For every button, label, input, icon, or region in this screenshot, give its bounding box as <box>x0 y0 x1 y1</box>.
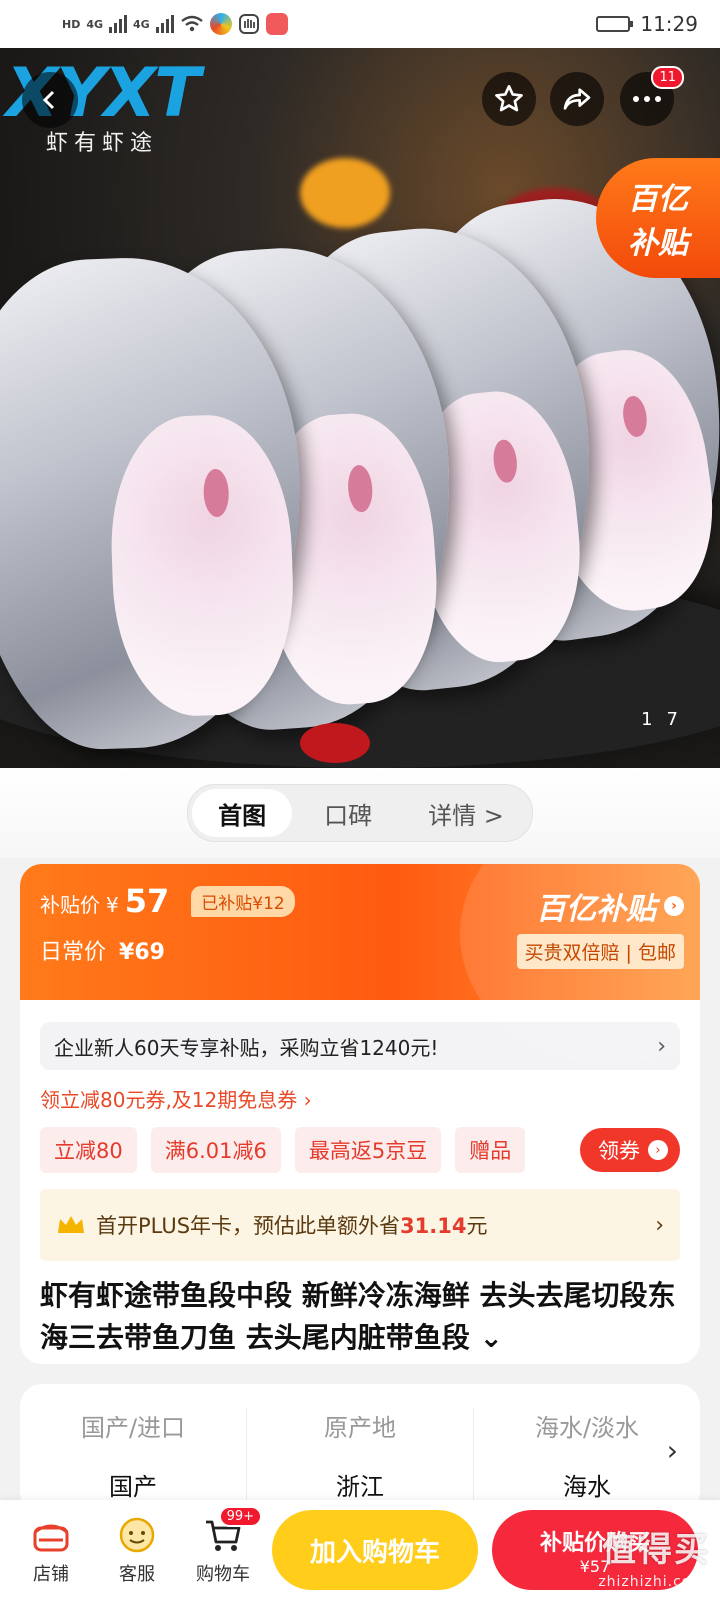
attributes-card[interactable]: 国产/进口 国产 原产地 浙江 海水/淡水 海水 › <box>20 1384 700 1514</box>
cart-nav-button[interactable]: 99+ 购物车 <box>180 1506 266 1586</box>
hd-label: HD <box>62 17 81 31</box>
subsidy-price-value: 57 <box>124 882 170 920</box>
signal-icon <box>109 15 128 33</box>
watermark-url: zhizhizhi.com <box>598 1574 706 1590</box>
subsidy-badge[interactable]: 百亿 补贴 <box>596 158 720 278</box>
attribute-item: 原产地 浙江 <box>247 1408 474 1502</box>
plus-text: 首开PLUS年卡，预估此单额外省 <box>96 1214 401 1238</box>
share-icon <box>563 88 591 110</box>
back-button[interactable] <box>22 72 78 128</box>
product-image-carousel[interactable]: XYXT 虾有虾途 11 百亿 补贴 17 <box>0 48 720 768</box>
price-banner: 补贴价 ¥ 57 已补贴¥12 日常价 ¥69 百亿补贴 › 买贵双倍赔 | 包… <box>20 864 700 1064</box>
signal-icon-2 <box>155 15 174 33</box>
subsidy-brand-title: 百亿补贴 <box>536 892 656 927</box>
plus-membership-promo[interactable]: 首开PLUS年卡，预估此单额外省31.14元 › <box>40 1189 680 1261</box>
network-4g-label-2: 4G <box>133 17 150 31</box>
plus-suffix: 元 <box>466 1214 488 1238</box>
shop-icon <box>33 1524 69 1552</box>
attribute-value: 浙江 <box>336 1473 384 1501</box>
coupon-link[interactable]: 领立减80元券,及12期免息券 › <box>40 1084 680 1113</box>
section-tabs: 首图 口碑 详情 > <box>187 784 533 842</box>
chili-decoration <box>300 723 370 763</box>
tab-main-image[interactable]: 首图 <box>192 789 293 837</box>
regular-price-value: ¥69 <box>119 940 165 965</box>
cart-label: 购物车 <box>196 1564 250 1585</box>
customer-service-label: 客服 <box>119 1564 155 1585</box>
chevron-right-icon: › <box>666 1434 678 1467</box>
tab-reviews[interactable]: 口碑 <box>298 789 398 837</box>
promo-chip[interactable]: 满6.01减6 <box>150 1127 281 1173</box>
add-to-cart-button[interactable]: 加入购物车 <box>272 1510 478 1590</box>
promo-chip[interactable]: 立减80 <box>40 1127 137 1173</box>
subsidy-guarantee: 买贵双倍赔 | 包邮 <box>516 934 684 969</box>
shopping-app-icon <box>265 13 288 35</box>
regular-price-label: 日常价 <box>40 940 107 965</box>
more-icon <box>633 96 661 102</box>
subsidy-brand[interactable]: 百亿补贴 › 买贵双倍赔 | 包邮 <box>516 884 684 969</box>
network-4g-label-1: 4G <box>86 17 104 31</box>
watermark: 值得买 <box>602 1530 710 1570</box>
share-button[interactable] <box>550 72 604 126</box>
wifi-icon <box>180 15 203 32</box>
battery-icon <box>596 16 634 32</box>
status-time: 11:29 <box>640 12 698 36</box>
plus-amount: 31.14 <box>400 1214 467 1238</box>
pager-total: 7 <box>666 709 692 730</box>
hand-icon <box>238 14 259 34</box>
shop-label: 店铺 <box>33 1564 69 1585</box>
star-icon <box>495 85 523 112</box>
subsidy-badge-line2: 补贴 <box>628 226 688 261</box>
image-pager: 17 <box>641 709 692 730</box>
attribute-key: 国产/进口 <box>80 1414 186 1442</box>
cart-badge: 99+ <box>218 1506 262 1527</box>
promo-chip[interactable]: 赠品 <box>455 1127 526 1173</box>
network-indicators: HD 4G 4G <box>62 13 288 35</box>
shop-button[interactable]: 店铺 <box>8 1514 94 1586</box>
crown-icon <box>58 1216 84 1233</box>
get-coupon-button[interactable]: 领券 › <box>580 1128 680 1172</box>
product-title[interactable]: 虾有虾途带鱼段中段 新鲜冷冻海鲜 去头去尾切段东海三去带鱼刀鱼 去头尾内脏带鱼段… <box>40 1275 680 1359</box>
promo-chip[interactable]: 最高返5京豆 <box>294 1127 442 1173</box>
currency-symbol: ¥ <box>106 893 119 917</box>
chevron-right-icon: › <box>664 896 684 916</box>
tab-details[interactable]: 详情 > <box>404 789 528 837</box>
more-menu-button[interactable]: 11 <box>620 66 684 126</box>
chevron-right-icon: › <box>648 1140 668 1160</box>
subsidy-price-label: 补贴价 <box>40 893 100 917</box>
chevron-right-icon: › <box>655 1212 664 1238</box>
attribute-key: 原产地 <box>324 1414 396 1442</box>
menu-badge: 11 <box>651 66 684 89</box>
attribute-value: 海水 <box>563 1473 611 1501</box>
favorite-button[interactable] <box>482 72 536 126</box>
garnish-decoration <box>300 158 390 228</box>
attribute-value: 国产 <box>109 1473 157 1501</box>
app-notification-icon <box>209 13 232 35</box>
saved-tag: 已补贴¥12 <box>191 885 295 917</box>
promo-chips: 立减80 满6.01减6 最高返5京豆 赠品 领券 › <box>40 1127 680 1173</box>
subsidy-badge-line1: 百亿 <box>628 182 688 217</box>
customer-service-button[interactable]: 客服 <box>94 1514 180 1586</box>
attribute-item: 国产/进口 国产 <box>20 1408 247 1502</box>
price-card: 补贴价 ¥ 57 已补贴¥12 日常价 ¥69 百亿补贴 › 买贵双倍赔 | 包… <box>20 864 700 1364</box>
new-customer-text: 企业新人60天专享补贴，采购立省1240元! <box>54 1035 439 1060</box>
status-bar: HD 4G 4G 11:29 <box>0 0 720 48</box>
customer-service-icon <box>119 1517 155 1553</box>
section-tabs-bar: 首图 口碑 详情 > <box>0 768 720 858</box>
chevron-left-icon <box>42 90 55 110</box>
pager-current: 1 <box>641 709 667 730</box>
get-coupon-label: 领券 <box>598 1139 640 1163</box>
